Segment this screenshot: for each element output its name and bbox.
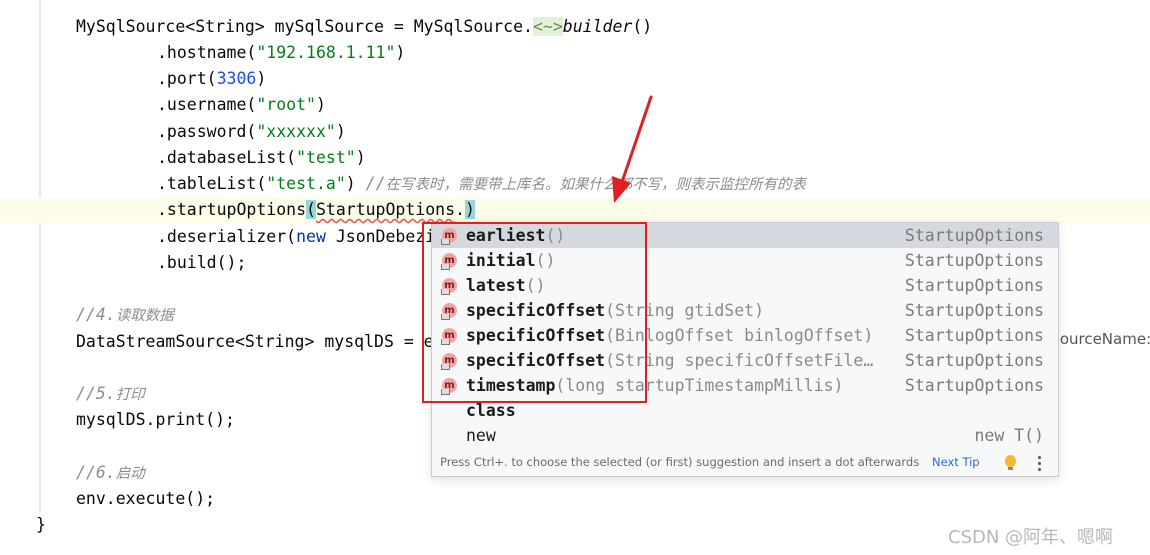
highlight-box: [422, 222, 647, 403]
popup-footer: Press Ctrl+. to choose the selected (or …: [432, 452, 1058, 476]
code-text: (): [632, 17, 653, 36]
code-text: DataStreamSource<String> mysqlDS = e: [76, 332, 434, 351]
string-literal: "test.a": [266, 174, 346, 193]
keyword: new: [296, 227, 326, 246]
code-text: .username(: [157, 95, 257, 114]
code-line-14[interactable]: mysqlDS.print();: [76, 407, 235, 433]
matched-paren: ): [464, 200, 475, 219]
code-text: builder: [562, 17, 633, 36]
code-line-6[interactable]: .databaseList("test"): [157, 145, 366, 171]
comment: 打印: [115, 387, 145, 403]
code-line-8-current[interactable]: .startupOptions(StartupOptions.): [0, 197, 1150, 223]
code-line-7[interactable]: .tableList("test.a") //在写表时，需要带上库名。如果什么都…: [157, 171, 806, 197]
string-literal: "test": [296, 148, 356, 167]
comment: 在写表时，需要带上库名。如果什么都不写，则表示监控所有的表: [385, 177, 807, 193]
code-text: ): [395, 43, 406, 62]
comment: 读取数据: [115, 308, 174, 324]
code-line-17[interactable]: }: [36, 512, 46, 538]
more-options-icon[interactable]: [1038, 456, 1042, 472]
completion-type: StartupOptions: [904, 251, 1044, 270]
code-text: .databaseList(: [157, 148, 297, 167]
completion-type: StartupOptions: [904, 351, 1044, 370]
code-text: mysqlDS.print();: [76, 410, 235, 429]
clipped-code-text: sourceName:: [1052, 330, 1150, 348]
code-text: .tableList(: [157, 174, 267, 193]
completion-type: StartupOptions: [904, 376, 1044, 395]
string-literal: "192.168.1.11": [256, 43, 396, 62]
code-text: .: [455, 200, 465, 219]
number-literal: 3306: [216, 69, 257, 88]
code-line-5[interactable]: .password("xxxxxx"): [157, 119, 346, 145]
code-line-10[interactable]: .build();: [157, 250, 246, 276]
footer-hint: Press Ctrl+. to choose the selected (or …: [440, 455, 920, 469]
code-line-12[interactable]: DataStreamSource<String> mysqlDS = e: [76, 329, 434, 355]
lightbulb-icon[interactable]: [1005, 455, 1016, 470]
completion-type: StartupOptions: [904, 326, 1044, 345]
code-text: ): [345, 174, 366, 193]
code-text: .hostname(: [157, 43, 257, 62]
string-literal: "root": [256, 95, 316, 114]
code-line-13[interactable]: //5.打印: [76, 381, 145, 407]
code-text: MySqlSource<String> mySqlSource = MySqlS…: [76, 17, 533, 36]
error-underlined-text: StartupOptions: [315, 200, 456, 219]
code-line-4[interactable]: .username("root"): [157, 92, 326, 118]
completion-name: class: [466, 401, 516, 420]
comment: //4.: [76, 305, 116, 324]
code-text: ): [355, 148, 366, 167]
code-line-9[interactable]: .deserializer(new JsonDebezi: [157, 224, 435, 250]
completion-name: new: [466, 426, 496, 445]
string-literal: "xxxxxx": [256, 122, 336, 141]
code-text: .deserializer(: [157, 227, 297, 246]
code-line-2[interactable]: .hostname("192.168.1.11"): [157, 40, 405, 66]
matched-paren: (: [306, 200, 316, 219]
completion-type: new T(): [974, 426, 1044, 445]
code-text: .password(: [157, 122, 257, 141]
indent-guide: [39, 0, 41, 512]
code-text: ): [315, 95, 326, 114]
comment: //: [365, 174, 386, 193]
code-text: JsonDebezi: [325, 227, 436, 246]
comment: //5.: [76, 384, 116, 403]
code-text: env.execute();: [76, 489, 216, 508]
code-line-15[interactable]: //6.启动: [76, 460, 145, 486]
comment: //6.: [76, 463, 116, 482]
code-text: ): [335, 122, 346, 141]
completion-type: StartupOptions: [904, 226, 1044, 245]
code-text: .build();: [157, 253, 247, 272]
next-tip-link[interactable]: Next Tip: [932, 455, 980, 469]
watermark: CSDN @阿年、嗯啊: [948, 527, 1114, 548]
code-text: .startupOptions: [157, 200, 307, 219]
completion-type: StartupOptions: [904, 276, 1044, 295]
code-line-16[interactable]: env.execute();: [76, 486, 215, 512]
folded-generic-marker[interactable]: <~>: [532, 17, 563, 36]
code-text: ): [256, 69, 267, 88]
completion-type: StartupOptions: [904, 301, 1044, 320]
code-text: }: [36, 515, 46, 534]
code-text: .port(: [157, 69, 217, 88]
code-line-1[interactable]: MySqlSource<String> mySqlSource = MySqlS…: [76, 14, 652, 40]
comment: 启动: [115, 466, 145, 482]
code-line-3[interactable]: .port(3306): [157, 66, 266, 92]
code-line-11[interactable]: //4.读取数据: [76, 302, 174, 328]
completion-item[interactable]: new new T(): [432, 423, 1058, 448]
